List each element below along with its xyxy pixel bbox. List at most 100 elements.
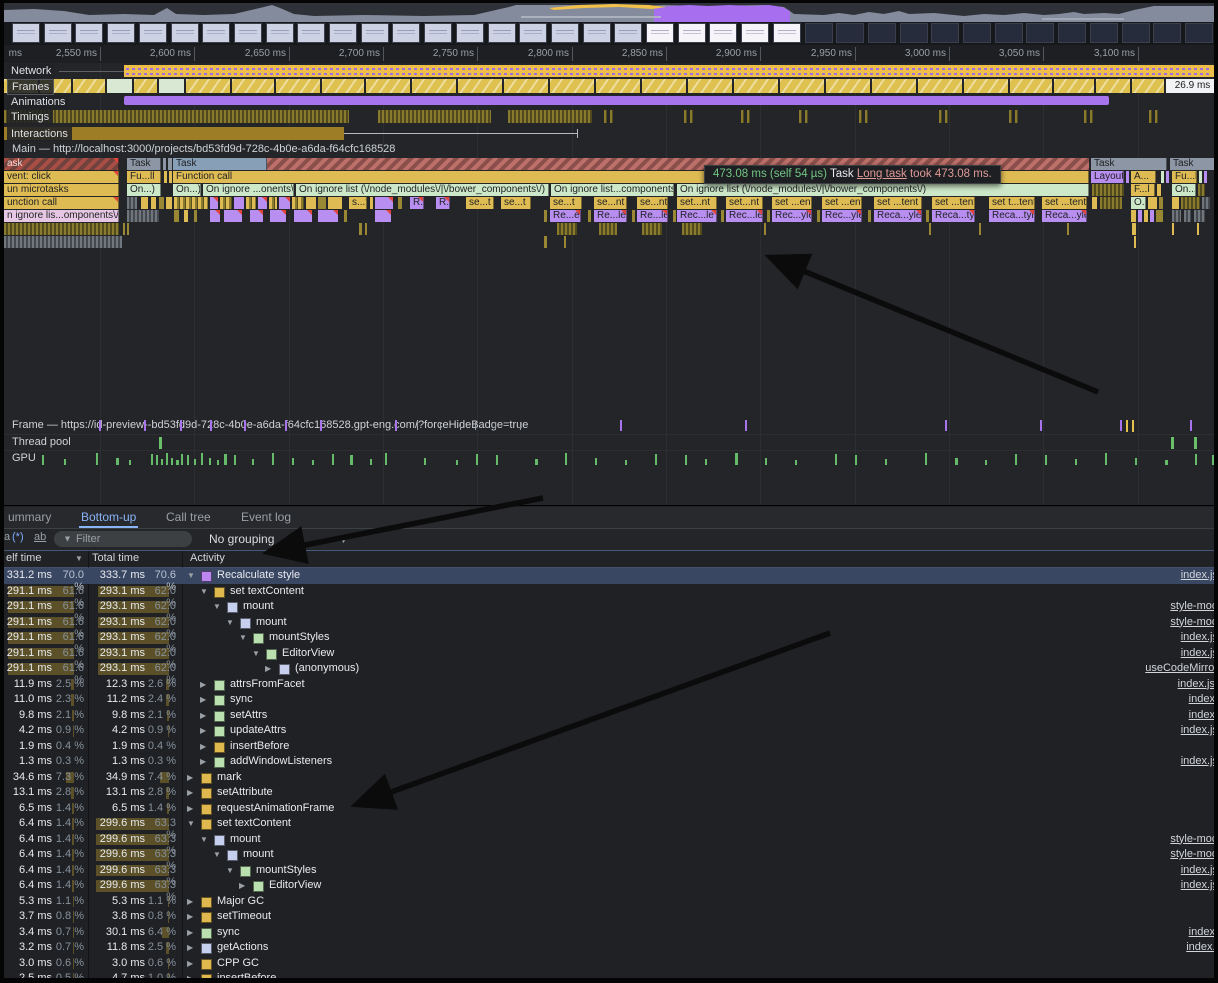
flame-entry[interactable]: ask: [4, 158, 119, 170]
flame-entry[interactable]: vent: click: [4, 171, 119, 183]
flame-chip[interactable]: [184, 210, 188, 222]
table-row[interactable]: 3.4 ms0.7 %30.1 ms6.4 %▶syncindex.: [4, 925, 1214, 941]
page-screenshot-thumbnail[interactable]: [1122, 23, 1150, 43]
expand-arrow-icon[interactable]: ▶: [200, 757, 210, 766]
flame-chip[interactable]: [1194, 210, 1205, 222]
flame-chip[interactable]: [599, 223, 617, 235]
flame-entry[interactable]: Rec...le: [726, 210, 763, 222]
page-screenshot-thumbnail[interactable]: [741, 23, 769, 43]
page-screenshot-thumbnail[interactable]: [519, 23, 547, 43]
flame-chip[interactable]: [164, 171, 167, 183]
flame-chip[interactable]: [163, 158, 166, 170]
expand-arrow-icon[interactable]: ▶: [200, 711, 210, 720]
frame-segment[interactable]: [596, 79, 640, 93]
flame-chip[interactable]: [1144, 210, 1148, 222]
flame-chip[interactable]: [1184, 210, 1191, 222]
frame-segment[interactable]: [458, 79, 502, 93]
frame-segment[interactable]: [73, 79, 105, 93]
flame-entry[interactable]: Task: [173, 158, 267, 170]
collapse-arrow-icon[interactable]: ▼: [252, 649, 262, 658]
network-request-bar[interactable]: [124, 65, 1214, 77]
page-screenshot-thumbnail[interactable]: [900, 23, 928, 43]
frame-segment[interactable]: [412, 79, 456, 93]
activity-label[interactable]: insertBefore: [217, 972, 276, 978]
flame-chip[interactable]: [642, 223, 662, 235]
table-row[interactable]: 6.4 ms1.4 %299.6 ms63.3 %▶EditorViewinde…: [4, 878, 1214, 894]
expand-arrow-icon[interactable]: ▶: [200, 680, 210, 689]
page-screenshot-thumbnail[interactable]: [107, 23, 135, 43]
flame-chip[interactable]: [1138, 210, 1142, 222]
tooltip-long-task-link[interactable]: Long task: [857, 168, 907, 180]
table-row[interactable]: 5.3 ms1.1 %5.3 ms1.1 %▶Major GC: [4, 894, 1214, 910]
flame-chip[interactable]: [929, 223, 931, 235]
page-screenshot-thumbnail[interactable]: [646, 23, 674, 43]
flame-chip[interactable]: [270, 210, 286, 222]
flame-entry[interactable]: On...): [127, 184, 161, 196]
flame-entry[interactable]: R...: [436, 197, 450, 209]
page-screenshot-thumbnail[interactable]: [1090, 23, 1118, 43]
expand-arrow-icon[interactable]: ▶: [187, 788, 197, 797]
flame-chip[interactable]: [168, 158, 172, 170]
source-link[interactable]: index.j: [1186, 941, 1214, 953]
flame-chip[interactable]: [4, 236, 122, 248]
page-screenshot-thumbnail[interactable]: [614, 23, 642, 43]
table-row[interactable]: 34.6 ms7.3 %34.9 ms7.4 %▶mark: [4, 770, 1214, 786]
flame-chip[interactable]: [1159, 197, 1163, 209]
activity-label[interactable]: Major GC: [217, 895, 264, 907]
frame-segment[interactable]: [780, 79, 824, 93]
frames-track[interactable]: 26.9 ms: [4, 79, 1214, 93]
flame-entry[interactable]: se...nt: [637, 197, 668, 209]
table-row[interactable]: 291.1 ms61.6 %293.1 ms62.0 %▼set textCon…: [4, 584, 1214, 600]
flame-entry[interactable]: F...l: [1131, 184, 1155, 196]
page-screenshot-thumbnail[interactable]: [234, 23, 262, 43]
flame-chip[interactable]: [1172, 197, 1179, 209]
frame-segment[interactable]: [276, 79, 320, 93]
flame-chip[interactable]: [174, 197, 208, 209]
flame-chip[interactable]: [1092, 197, 1097, 209]
flame-chip[interactable]: [159, 197, 164, 209]
source-link[interactable]: index.js: [1181, 569, 1214, 581]
activity-label[interactable]: attrsFromFacet: [230, 678, 305, 690]
flame-chip[interactable]: [1181, 197, 1200, 209]
flame-entry[interactable]: Layout: [1091, 171, 1124, 183]
source-link[interactable]: index.js: [1181, 879, 1214, 891]
table-row[interactable]: 3.7 ms0.8 %3.8 ms0.8 %▶setTimeout: [4, 909, 1214, 925]
flame-entry[interactable]: Task: [1170, 158, 1214, 170]
flame-chip[interactable]: [328, 197, 342, 209]
flame-chip[interactable]: [564, 236, 566, 248]
collapse-arrow-icon[interactable]: ▼: [213, 850, 223, 859]
expand-arrow-icon[interactable]: ▶: [187, 773, 197, 782]
page-screenshot-thumbnail[interactable]: [361, 23, 389, 43]
flame-chip[interactable]: [764, 223, 766, 235]
flame-entry[interactable]: Task: [1091, 158, 1167, 170]
page-screenshot-thumbnail[interactable]: [1185, 23, 1213, 43]
table-row[interactable]: 291.1 ms61.6 %293.1 ms62.0 %▼mountstyle-…: [4, 615, 1214, 631]
flame-chip[interactable]: [1131, 210, 1136, 222]
page-screenshot-thumbnail[interactable]: [456, 23, 484, 43]
activity-label[interactable]: (anonymous): [295, 662, 359, 674]
flame-entry[interactable]: se...nt: [594, 197, 627, 209]
flame-entry[interactable]: Reca...tyle: [932, 210, 975, 222]
flame-chip[interactable]: [1100, 197, 1122, 209]
screenshot-filmstrip[interactable]: [4, 22, 1214, 45]
col-self-time[interactable]: elf time: [6, 552, 41, 564]
collapse-arrow-icon[interactable]: ▼: [187, 571, 197, 580]
frame-segment[interactable]: [872, 79, 916, 93]
flame-chip[interactable]: [318, 197, 326, 209]
flame-chip[interactable]: [682, 223, 702, 235]
flame-chip[interactable]: [1198, 184, 1205, 196]
flame-chip[interactable]: [269, 197, 277, 209]
flame-chip[interactable]: [926, 210, 929, 222]
flame-chip[interactable]: [1172, 210, 1181, 222]
flame-chip[interactable]: [673, 210, 676, 222]
flame-chip[interactable]: [169, 171, 172, 183]
table-row[interactable]: 11.0 ms2.3 %11.2 ms2.4 %▶syncindex.: [4, 692, 1214, 708]
flame-entry[interactable]: Rec...yle: [772, 210, 812, 222]
source-link[interactable]: index.js: [1181, 755, 1214, 767]
frame-segment[interactable]: [688, 79, 732, 93]
activity-label[interactable]: set textContent: [217, 817, 291, 829]
source-link[interactable]: style-mod: [1170, 616, 1214, 628]
activity-label[interactable]: mountStyles: [269, 631, 330, 643]
source-link[interactable]: index.js: [1181, 864, 1214, 876]
flame-chip[interactable]: [246, 197, 256, 209]
